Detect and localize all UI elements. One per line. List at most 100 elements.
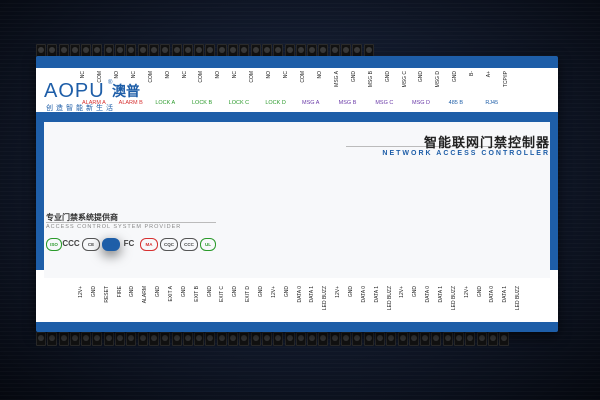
pin-label: GND [283, 286, 290, 298]
pin-label: NO [316, 71, 323, 79]
pin-label: RESET [103, 286, 110, 303]
cert-badge-ccc: CCC [180, 238, 198, 251]
screw-terminal [397, 332, 408, 346]
terminal-group-label: LOCK A [155, 100, 176, 106]
screw-terminal [205, 332, 216, 346]
screw-terminal [465, 332, 476, 346]
screw-terminal [239, 332, 250, 346]
pin-label: DATA 0 [425, 286, 432, 303]
pin-label: MSG D [435, 71, 442, 88]
screw-terminal [194, 332, 205, 346]
pin-label: GND [476, 286, 483, 298]
pin-label: MSG A [333, 71, 340, 87]
pin-label: EXIT B [193, 286, 200, 302]
screw-terminal [182, 332, 193, 346]
pin-label: LED BUZZ [515, 286, 522, 311]
screw-terminal [171, 332, 182, 346]
screw-terminal [329, 332, 340, 346]
pin-label: NC [130, 71, 137, 79]
screw-terminal [47, 332, 58, 346]
pin-label: DATA 1 [438, 286, 444, 303]
pin-label: NC [80, 71, 86, 79]
screw-terminal [250, 332, 261, 346]
screw-terminal [69, 332, 80, 346]
brand-logo: AOPU [44, 80, 105, 102]
pin-label: TCP/IP [503, 71, 510, 88]
pin-label: EXIT D [245, 286, 252, 303]
screw-terminal [487, 332, 498, 346]
cert-badge-ccc: CCC [62, 239, 80, 248]
screw-terminal [81, 332, 92, 346]
cert-badge-rohs: RoHS [102, 238, 120, 251]
pin-label: DATA 1 [502, 286, 509, 303]
pin-label: NC [181, 71, 188, 79]
cert-badge-ma: MA [140, 238, 158, 251]
pin-label: NO [113, 71, 120, 79]
pin-label: COM [249, 71, 256, 83]
pin-label: NO [266, 71, 273, 79]
screw-terminal [341, 332, 352, 346]
screw-terminal [420, 332, 431, 346]
pin-label: GND [155, 286, 162, 298]
screw-terminal [137, 332, 148, 346]
pin-label: EXIT C [219, 286, 226, 303]
pin-label: GND [232, 286, 239, 298]
brand-slogan: 创造智能新生活 [46, 105, 116, 112]
cert-badge-fc: FC [123, 239, 135, 248]
screw-terminal [318, 332, 329, 346]
cert-badge-ce: CE [82, 238, 100, 251]
pin-label: GND [412, 286, 419, 298]
pin-label: 12V+ [78, 286, 84, 298]
screw-terminal [92, 332, 103, 346]
screw-terminal [352, 332, 363, 346]
bottom-terminal-block [36, 332, 510, 346]
terminal-group-label: MSG C [375, 100, 394, 106]
pin-label: NC [283, 71, 290, 79]
product-title-en: NETWORK ACCESS CONTROLLER [382, 150, 550, 157]
cert-badge-cqc: CQC [160, 238, 178, 251]
pin-label: ALARM [142, 286, 149, 304]
terminal-group-label: LOCK C [228, 100, 250, 106]
pin-label: LED BUZZ [322, 286, 329, 311]
screw-terminal [216, 332, 227, 346]
pin-label: DATA 1 [373, 286, 380, 303]
terminal-group-label: MSG B [338, 100, 357, 106]
pin-label: GND [348, 286, 354, 298]
pin-label: A+ [486, 71, 493, 78]
screw-terminal [261, 332, 272, 346]
pin-label: GND [258, 286, 264, 298]
pin-label: MSG B [367, 71, 374, 88]
terminal-group-label: MSG D [412, 100, 431, 106]
terminal-group-label: 485 B [448, 100, 464, 106]
screw-terminal [148, 332, 159, 346]
pin-label: GND [452, 71, 459, 83]
pin-label: GND [418, 71, 425, 83]
brand-logo-cn: 澳普 [112, 83, 140, 99]
pin-label: GND [129, 286, 136, 298]
screw-terminal [295, 332, 306, 346]
terminal-group-label: LOCK B [192, 100, 213, 106]
pin-label: GND [90, 286, 97, 298]
pin-label: NO [164, 71, 171, 79]
pin-label: FIRE [116, 286, 123, 298]
pin-label: LED BUZZ [450, 286, 457, 311]
pin-label: GND [206, 286, 213, 298]
screw-terminal [476, 332, 487, 346]
pin-label: 12V+ [399, 286, 406, 298]
screw-terminal [442, 332, 453, 346]
pin-label: COM [300, 71, 306, 83]
cert-badge-ul: UL [200, 238, 216, 251]
pin-label: DATA 0 [296, 286, 303, 303]
screw-terminal [408, 332, 419, 346]
screw-terminal [453, 332, 464, 346]
pin-label: COM [147, 71, 154, 83]
screw-terminal [499, 332, 510, 346]
screw-terminal [36, 332, 46, 346]
pin-label: EXIT A [168, 286, 174, 302]
product-title-cn: 智能联网门禁控制器 [423, 135, 550, 150]
pin-label: MSG C [401, 71, 408, 88]
pin-label: NO [215, 71, 222, 79]
pin-label: NC [232, 71, 239, 79]
pin-label: DATA 0 [360, 286, 367, 303]
screw-terminal [363, 332, 374, 346]
